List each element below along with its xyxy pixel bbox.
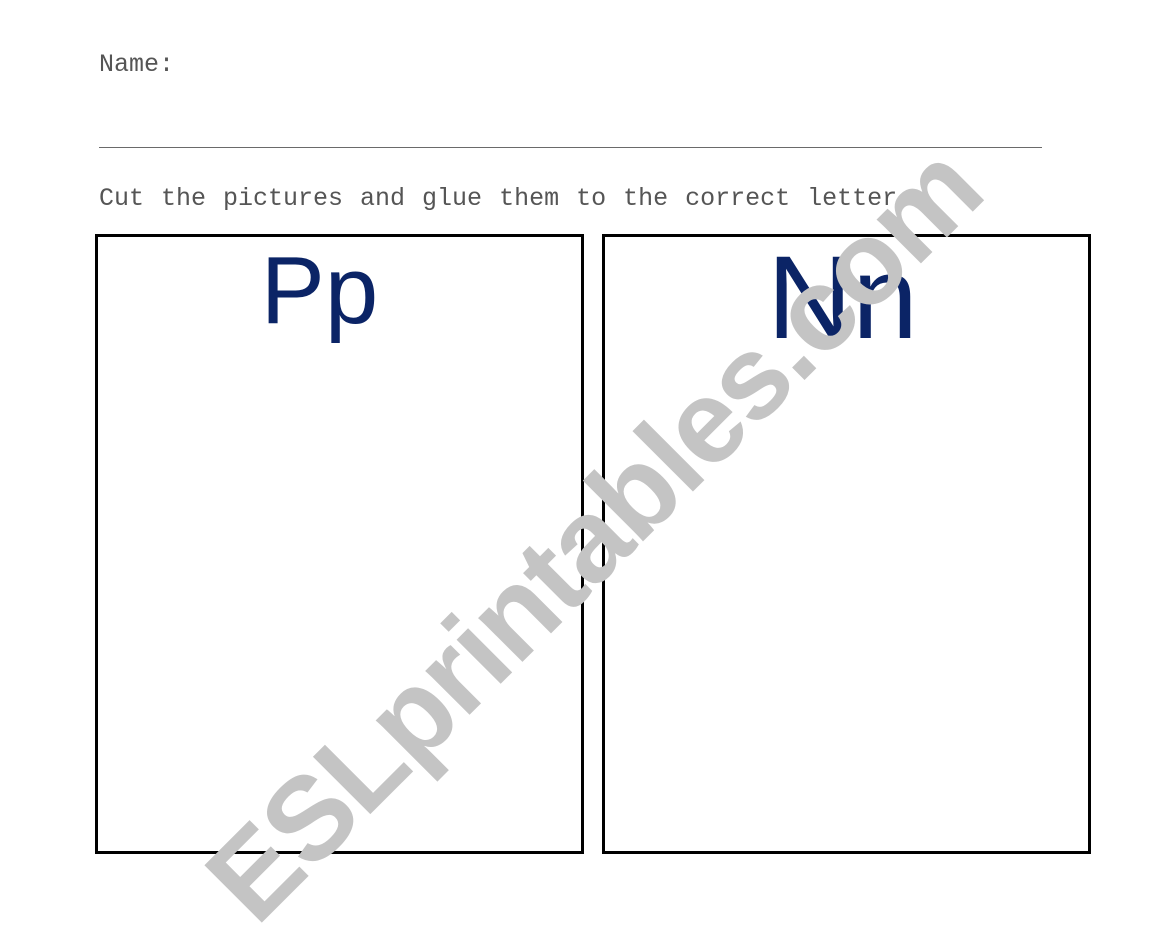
name-label: Name: [99,50,175,79]
name-answer-line [99,147,1042,148]
letter-box-n: Nn [602,234,1091,854]
instruction-text: Cut the pictures and glue them to the co… [99,184,898,213]
letter-heading-p: Pp [260,237,379,344]
letter-heading-n: Nn [767,232,918,364]
letter-box-p: Pp [95,234,584,854]
